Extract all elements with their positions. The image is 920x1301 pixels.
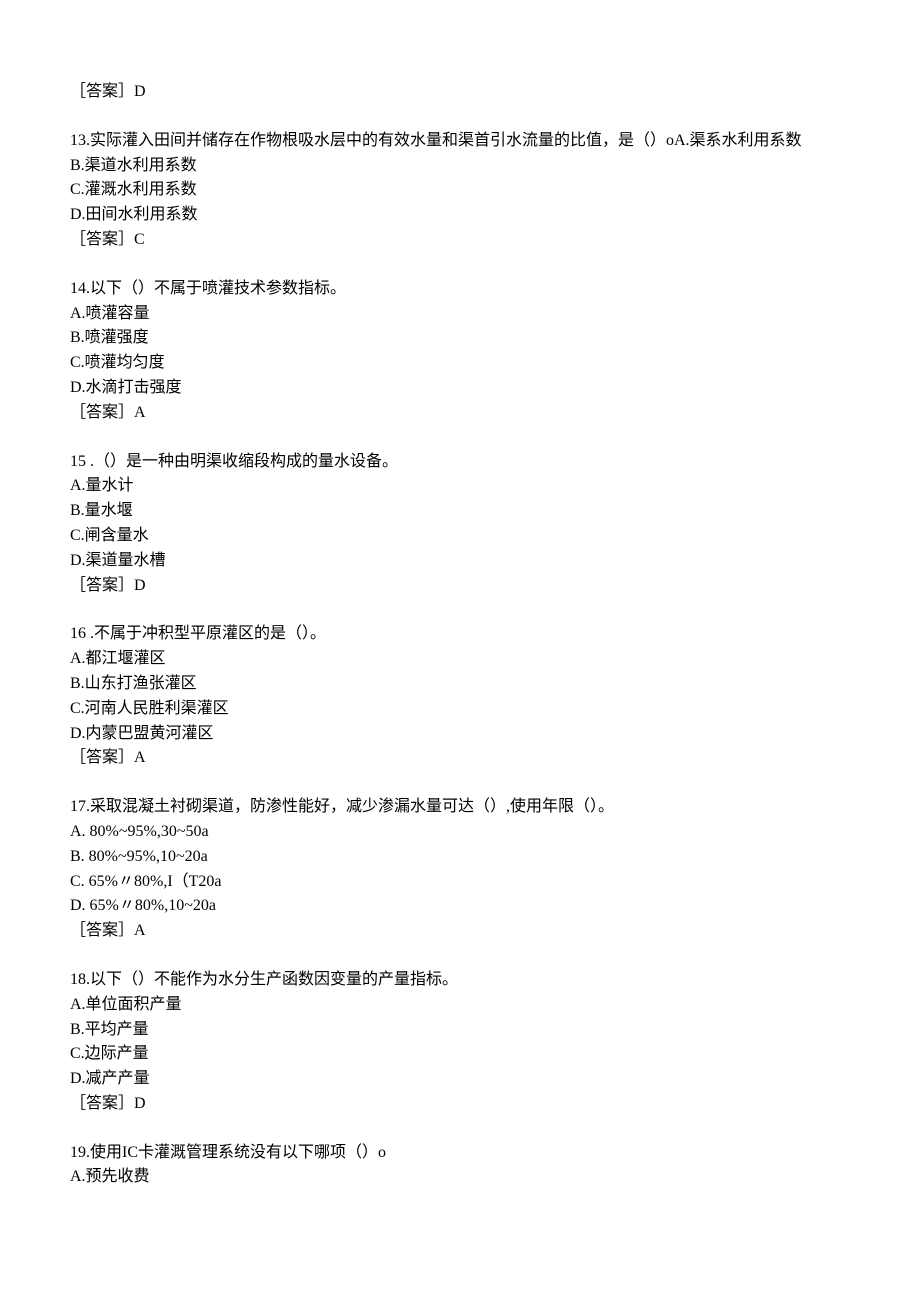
question-option: D.田间水利用系数 [70, 203, 850, 228]
question-16: 16 .不属于冲积型平原灌区的是（）。 A.都江堰灌区 B.山东打渔张灌区 C.… [70, 622, 850, 771]
question-stem: 14.以下（）不属于喷灌技术参数指标。 [70, 277, 850, 302]
question-option: B.平均产量 [70, 1018, 850, 1043]
question-option: C.河南人民胜利渠灌区 [70, 697, 850, 722]
question-option: C.灌溉水利用系数 [70, 178, 850, 203]
question-stem: 19.使用IC卡灌溉管理系统没有以下哪项（）o [70, 1141, 850, 1166]
question-stem: 16 .不属于冲积型平原灌区的是（）。 [70, 622, 850, 647]
question-option: C. 65%〃80%,I（T20a [70, 870, 850, 895]
question-option: A.都江堰灌区 [70, 647, 850, 672]
question-14: 14.以下（）不属于喷灌技术参数指标。 A.喷灌容量 B.喷灌强度 C.喷灌均匀… [70, 277, 850, 426]
question-option: C.喷灌均匀度 [70, 351, 850, 376]
question-13: 13.实际灌入田间并储存在作物根吸水层中的有效水量和渠首引水流量的比值，是（）o… [70, 129, 850, 253]
document-page: ［答案］D 13.实际灌入田间并储存在作物根吸水层中的有效水量和渠首引水流量的比… [0, 0, 920, 1301]
question-option: C.闸含量水 [70, 524, 850, 549]
question-option: D.水滴打击强度 [70, 376, 850, 401]
question-option: A. 80%~95%,30~50a [70, 820, 850, 845]
question-answer: ［答案］C [70, 228, 850, 253]
question-option: D.渠道量水槽 [70, 549, 850, 574]
question-option: A.量水计 [70, 474, 850, 499]
question-17: 17.采取混凝土衬砌渠道，防渗性能好，减少渗漏水量可达（）,使用年限（）。 A.… [70, 795, 850, 944]
question-stem: 15 .（）是一种由明渠收缩段构成的量水设备。 [70, 450, 850, 475]
question-stem: 13.实际灌入田间并储存在作物根吸水层中的有效水量和渠首引水流量的比值，是（）o… [70, 129, 850, 154]
question-15: 15 .（）是一种由明渠收缩段构成的量水设备。 A.量水计 B.量水堰 C.闸含… [70, 450, 850, 599]
question-option: A.预先收费 [70, 1165, 850, 1190]
question-stem: 17.采取混凝土衬砌渠道，防渗性能好，减少渗漏水量可达（）,使用年限（）。 [70, 795, 850, 820]
question-option: B.渠道水利用系数 [70, 154, 850, 179]
question-option: B.量水堰 [70, 499, 850, 524]
question-18: 18.以下（）不能作为水分生产函数因变量的产量指标。 A.单位面积产量 B.平均… [70, 968, 850, 1117]
question-option: B.喷灌强度 [70, 326, 850, 351]
prev-answer: ［答案］D [70, 80, 850, 105]
question-answer: ［答案］A [70, 919, 850, 944]
question-option: D.内蒙巴盟黄河灌区 [70, 722, 850, 747]
question-answer: ［答案］D [70, 1092, 850, 1117]
question-answer: ［答案］D [70, 574, 850, 599]
question-option: D. 65%〃80%,10~20a [70, 894, 850, 919]
question-stem: 18.以下（）不能作为水分生产函数因变量的产量指标。 [70, 968, 850, 993]
question-option: B. 80%~95%,10~20a [70, 845, 850, 870]
question-option: D.减产产量 [70, 1067, 850, 1092]
question-option: C.边际产量 [70, 1042, 850, 1067]
question-option: A.单位面积产量 [70, 993, 850, 1018]
question-19: 19.使用IC卡灌溉管理系统没有以下哪项（）o A.预先收费 [70, 1141, 850, 1191]
question-option: A.喷灌容量 [70, 302, 850, 327]
question-option: B.山东打渔张灌区 [70, 672, 850, 697]
question-answer: ［答案］A [70, 401, 850, 426]
question-answer: ［答案］A [70, 746, 850, 771]
